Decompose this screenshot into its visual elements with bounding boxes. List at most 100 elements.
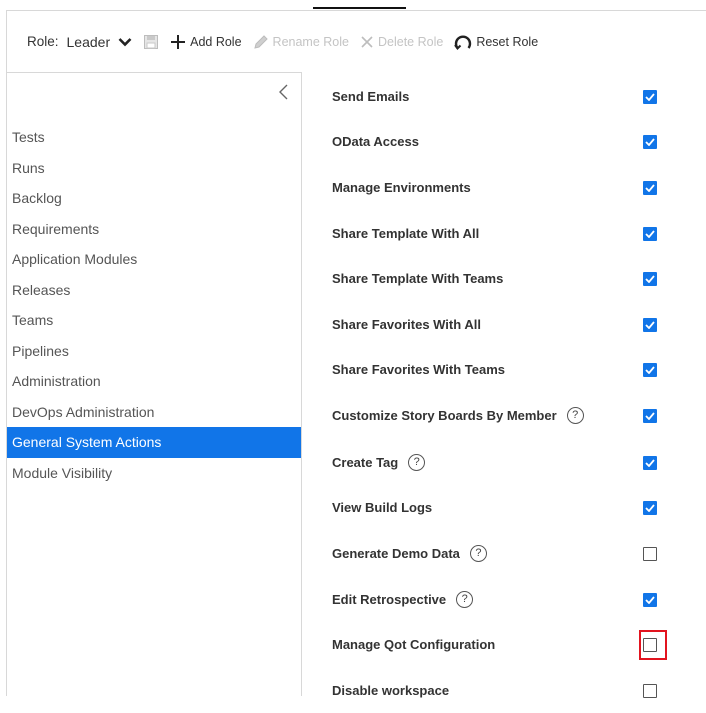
sidebar-item-devops-administration[interactable]: DevOps Administration — [7, 397, 301, 428]
help-icon[interactable]: ? — [469, 544, 487, 562]
sidebar-item-backlog[interactable]: Backlog — [7, 183, 301, 214]
add-role-button[interactable]: Add Role — [170, 34, 242, 50]
permission-row-odata-access: OData Access — [302, 118, 706, 164]
chevron-down-icon[interactable] — [118, 37, 132, 47]
permission-row-edit-retrospective: Edit Retrospective? — [302, 576, 706, 622]
permission-checkbox[interactable] — [643, 181, 657, 195]
checkmark-icon — [645, 93, 655, 101]
checkmark-icon — [645, 184, 655, 192]
checkmark-icon — [645, 459, 655, 467]
sidebar-item-tests[interactable]: Tests — [7, 122, 301, 153]
permission-label: Customize Story Boards By Member? — [332, 392, 584, 438]
permission-label: Edit Retrospective? — [332, 576, 474, 622]
window-top-indicator — [313, 7, 406, 9]
permission-checkbox[interactable] — [643, 363, 657, 377]
permission-label-text: Manage Environments — [332, 179, 471, 195]
checkmark-icon — [645, 412, 655, 420]
permission-checkbox[interactable] — [643, 456, 657, 470]
permission-checkbox[interactable] — [643, 90, 657, 104]
add-role-label: Add Role — [190, 34, 242, 49]
permission-row-generate-demo-data: Generate Demo Data? — [302, 530, 706, 576]
pencil-icon — [253, 34, 269, 50]
permission-label-text: Share Template With All — [332, 225, 480, 241]
permission-row-send-emails: Send Emails — [302, 73, 706, 119]
role-toolbar: Role: Leader Add Role Rename Role Delete… — [6, 10, 706, 72]
permission-checkbox[interactable] — [643, 409, 657, 423]
close-icon — [360, 35, 374, 49]
sidebar-item-teams[interactable]: Teams — [7, 305, 301, 336]
permission-row-share-template-with-teams: Share Template With Teams — [302, 255, 706, 301]
sidebar-item-releases[interactable]: Releases — [7, 275, 301, 306]
permission-row-create-tag: Create Tag? — [302, 439, 706, 485]
reset-icon — [454, 33, 472, 51]
save-icon — [143, 34, 159, 50]
permission-label-text: OData Access — [332, 133, 419, 149]
delete-role-label: Delete Role — [377, 34, 444, 49]
permission-label-text: Manage Qot Configuration — [332, 636, 496, 652]
permission-label-text: Create Tag — [332, 454, 399, 470]
sidebar-item-application-modules[interactable]: Application Modules — [7, 244, 301, 275]
checkmark-icon — [645, 321, 655, 329]
sidebar-item-requirements[interactable]: Requirements — [7, 214, 301, 245]
sidebar-item-runs[interactable]: Runs — [7, 153, 301, 184]
sidebar-item-module-visibility[interactable]: Module Visibility — [7, 458, 301, 489]
permission-checkbox[interactable] — [643, 272, 657, 286]
checkmark-icon — [645, 366, 655, 374]
permission-label-text: Share Template With Teams — [332, 270, 504, 286]
role-label: Role: — [27, 34, 59, 49]
sidebar: Tests Runs Backlog Requirements Applicat… — [6, 72, 302, 696]
checkmark-icon — [645, 138, 655, 146]
permission-row-share-template-with-all: Share Template With All — [302, 210, 706, 256]
checkmark-icon — [645, 596, 655, 604]
permission-checkbox[interactable] — [643, 227, 657, 241]
sidebar-item-administration[interactable]: Administration — [7, 366, 301, 397]
checkmark-icon — [645, 230, 655, 238]
save-button[interactable] — [143, 34, 159, 50]
checkmark-icon — [645, 504, 655, 512]
permission-label: OData Access — [332, 118, 419, 164]
permission-label-text: View Build Logs — [332, 499, 433, 515]
permission-label: Manage Qot Configuration — [332, 621, 495, 667]
permission-row-manage-environments: Manage Environments — [302, 164, 706, 210]
permission-row-customize-story-boards-by-member: Customize Story Boards By Member? — [302, 392, 706, 438]
permission-label-text: Send Emails — [332, 88, 410, 104]
permission-label-text: Edit Retrospective — [332, 591, 447, 607]
permission-label: Generate Demo Data? — [332, 530, 487, 576]
permission-checkbox[interactable] — [643, 135, 657, 149]
sidebar-nav: Tests Runs Backlog Requirements Applicat… — [7, 122, 301, 488]
role-dropdown-value[interactable]: Leader — [67, 34, 111, 50]
permission-label: Disable workspace — [332, 667, 449, 713]
checkmark-icon — [645, 275, 655, 283]
reset-role-label: Reset Role — [476, 34, 539, 49]
rename-role-button[interactable]: Rename Role — [253, 34, 349, 50]
permission-label: Share Favorites With Teams — [332, 346, 505, 392]
permission-label: Create Tag? — [332, 439, 426, 485]
permission-row-share-favorites-with-all: Share Favorites With All — [302, 301, 706, 347]
permission-checkbox[interactable] — [643, 318, 657, 332]
reset-role-button[interactable]: Reset Role — [454, 33, 538, 51]
permission-label-text: Disable workspace — [332, 682, 450, 698]
highlight-box — [639, 630, 667, 660]
permission-checkbox[interactable] — [643, 593, 657, 607]
permission-row-share-favorites-with-teams: Share Favorites With Teams — [302, 346, 706, 392]
sidebar-item-pipelines[interactable]: Pipelines — [7, 336, 301, 367]
permission-label-text: Share Favorites With Teams — [332, 361, 506, 377]
help-icon[interactable]: ? — [456, 590, 474, 608]
permission-row-view-build-logs: View Build Logs — [302, 484, 706, 530]
permission-label-text: Generate Demo Data — [332, 545, 460, 561]
rename-role-label: Rename Role — [272, 34, 349, 49]
permission-label: Share Template With Teams — [332, 255, 503, 301]
permission-checkbox[interactable] — [643, 547, 657, 561]
permission-label-text: Share Favorites With All — [332, 316, 481, 332]
permissions-list: Send Emails OData Access Manage Environmen… — [302, 72, 706, 698]
sidebar-item-general-system-actions[interactable]: General System Actions — [7, 427, 301, 458]
permission-checkbox[interactable] — [643, 501, 657, 515]
permission-label: Send Emails — [332, 73, 409, 119]
help-icon[interactable]: ? — [408, 453, 426, 471]
plus-icon — [170, 34, 186, 50]
collapse-sidebar-icon[interactable] — [277, 83, 291, 101]
permission-label: Share Favorites With All — [332, 301, 481, 347]
permission-label: Share Template With All — [332, 210, 479, 256]
delete-role-button[interactable]: Delete Role — [360, 35, 443, 49]
help-icon[interactable]: ? — [566, 406, 584, 424]
